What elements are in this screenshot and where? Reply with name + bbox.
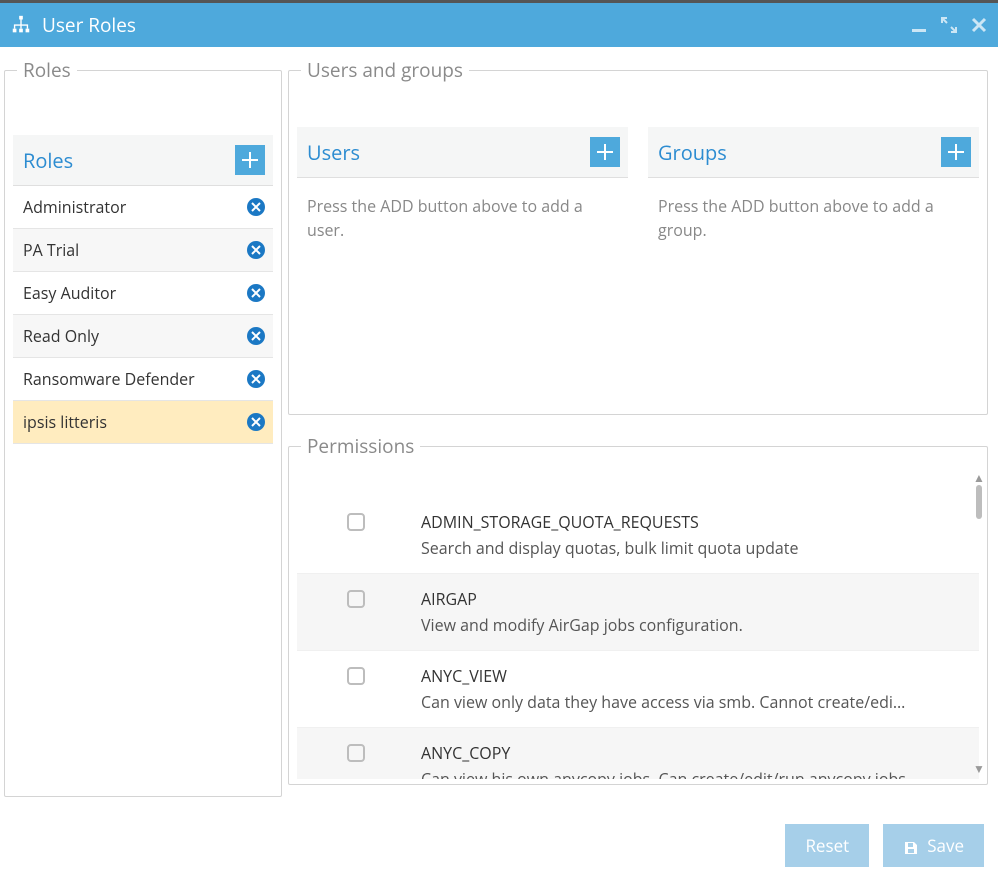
role-item[interactable]: Read Only <box>13 315 273 358</box>
maximize-button[interactable] <box>940 16 958 34</box>
role-item-label: PA Trial <box>23 239 79 261</box>
role-item-label: Read Only <box>23 325 99 347</box>
minimize-button[interactable] <box>910 16 928 34</box>
save-button[interactable]: Save <box>883 824 984 867</box>
permission-name: AIRGAP <box>421 588 959 610</box>
permission-row: ANYC_VIEW Can view only data they have ac… <box>297 651 979 728</box>
scroll-up-icon[interactable]: ▲ <box>973 469 985 486</box>
window-title: User Roles <box>42 12 910 38</box>
sitemap-icon <box>10 14 32 36</box>
scroll-down-icon[interactable]: ▼ <box>973 760 985 777</box>
permissions-panel: Permissions ADMIN_STORAGE_QUOTA_REQUESTS… <box>288 433 988 785</box>
close-button[interactable] <box>970 16 988 34</box>
permission-row: ADMIN_STORAGE_QUOTA_REQUESTS Search and d… <box>297 497 979 574</box>
permissions-scrollbar[interactable]: ▲ ▼ <box>973 469 985 777</box>
add-user-button[interactable] <box>590 137 620 167</box>
users-empty-message: Press the ADD button above to add a user… <box>297 178 628 252</box>
delete-role-icon[interactable] <box>247 241 265 259</box>
permission-name: ANYC_COPY <box>421 742 959 764</box>
window-titlebar: User Roles <box>0 3 998 47</box>
permission-desc: Can view his own anycopy jobs. Can creat… <box>421 768 959 779</box>
role-item[interactable]: Administrator <box>13 186 273 229</box>
role-item[interactable]: ipsis litteris <box>13 401 273 444</box>
role-item[interactable]: Easy Auditor <box>13 272 273 315</box>
roles-legend: Roles <box>17 57 77 83</box>
add-role-button[interactable] <box>235 145 265 175</box>
role-item-label: Administrator <box>23 196 126 218</box>
role-item-label: Ransomware Defender <box>23 368 195 390</box>
save-button-label: Save <box>927 834 964 857</box>
groups-empty-message: Press the ADD button above to add a grou… <box>648 178 979 252</box>
delete-role-icon[interactable] <box>247 284 265 302</box>
permission-name: ADMIN_STORAGE_QUOTA_REQUESTS <box>421 511 959 533</box>
roles-panel: Roles Roles Administrator PA Trial Easy Au… <box>4 57 282 797</box>
delete-role-icon[interactable] <box>247 413 265 431</box>
reset-button[interactable]: Reset <box>785 824 869 867</box>
save-icon <box>903 838 919 854</box>
permission-desc: Search and display quotas, bulk limit qu… <box>421 537 959 559</box>
permission-checkbox[interactable] <box>347 744 365 762</box>
permission-desc: Can view only data they have access via … <box>421 691 959 713</box>
delete-role-icon[interactable] <box>247 198 265 216</box>
users-groups-panel: Users and groups Users Press the ADD but… <box>288 57 988 415</box>
role-item-label: Easy Auditor <box>23 282 116 304</box>
users-header-label: Users <box>307 139 360 166</box>
role-item[interactable]: PA Trial <box>13 229 273 272</box>
scroll-thumb[interactable] <box>976 485 982 519</box>
groups-header-label: Groups <box>658 139 727 166</box>
role-item-label: ipsis litteris <box>23 411 107 433</box>
role-item[interactable]: Ransomware Defender <box>13 358 273 401</box>
permission-row: AIRGAP View and modify AirGap jobs config… <box>297 574 979 651</box>
permission-name: ANYC_VIEW <box>421 665 959 687</box>
reset-button-label: Reset <box>805 834 849 857</box>
delete-role-icon[interactable] <box>247 327 265 345</box>
permission-checkbox[interactable] <box>347 667 365 685</box>
permission-row: ANYC_COPY Can view his own anycopy jobs. … <box>297 728 979 779</box>
permissions-legend: Permissions <box>301 433 420 459</box>
permission-desc: View and modify AirGap jobs configuratio… <box>421 614 959 636</box>
permission-checkbox[interactable] <box>347 590 365 608</box>
roles-header-label: Roles <box>23 147 73 174</box>
add-group-button[interactable] <box>941 137 971 167</box>
permission-checkbox[interactable] <box>347 513 365 531</box>
delete-role-icon[interactable] <box>247 370 265 388</box>
users-groups-legend: Users and groups <box>301 57 469 83</box>
